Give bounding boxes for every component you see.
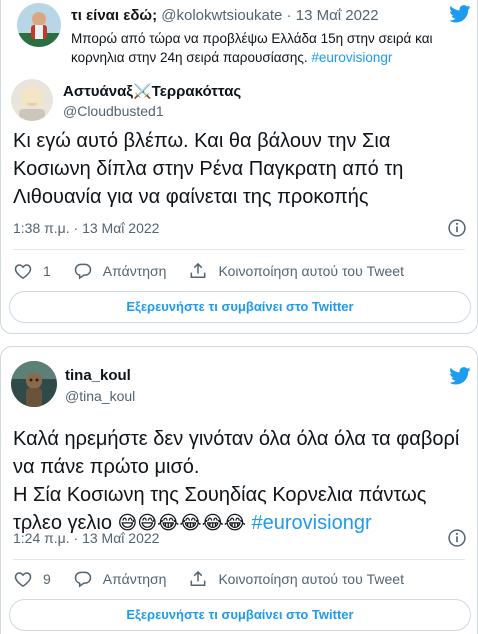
quoted-hashtag[interactable]: #eurovisiongr	[311, 50, 392, 65]
author-name-part1: Αστυάναξ	[63, 83, 133, 100]
like-count: 9	[43, 571, 51, 587]
share-label: Κοινοποίηση αυτού του Tweet	[218, 263, 404, 279]
tweet1-author-handle[interactable]: @Cloudbusted1	[63, 103, 164, 119]
explore-twitter-button[interactable]: Εξερευνήστε τι συμβαίνει στο Twitter	[9, 599, 471, 631]
tweet-card-2: tina_koul @tina_koul Καλά ηρεμήστε δεν γ…	[0, 346, 478, 634]
author-name-part2: Τερρακόττας	[151, 83, 242, 100]
like-count: 1	[43, 263, 51, 279]
like-button[interactable]: 9	[13, 569, 51, 589]
tweet2-avatar[interactable]	[11, 361, 57, 407]
tweet1-actions: 1 Απάντηση Κοινοποίηση αυτού του Tweet	[13, 259, 426, 283]
tweet2-author-handle[interactable]: @tina_koul	[65, 388, 135, 404]
tweet2-hashtag[interactable]: #eurovisiongr	[252, 512, 372, 534]
quoted-author-line: τι είναι εδώ; @kolokwtsioukate · 13 Μαΐ …	[71, 7, 379, 24]
reply-icon	[74, 263, 92, 280]
tweet1-text: Κι εγώ αυτό βλέπω. Και θα βάλουν την Σια…	[13, 130, 404, 208]
quoted-tweet[interactable]: τι είναι εδώ; @kolokwtsioukate · 13 Μαΐ …	[13, 1, 467, 65]
tweet2-text: Καλά ηρεμήστε δεν γινόταν όλα όλα όλα τα…	[13, 425, 469, 538]
heart-icon	[14, 264, 32, 279]
quoted-handle-date: @kolokwtsioukate · 13 Μαΐ 2022	[161, 7, 379, 24]
tweet-card-1: τι είναι εδώ; @kolokwtsioukate · 13 Μαΐ …	[0, 0, 478, 334]
explore-twitter-button[interactable]: Εξερευνήστε τι συμβαίνει στο Twitter	[9, 291, 471, 323]
reply-button[interactable]: Απάντηση	[73, 569, 167, 589]
tweet2-author-name[interactable]: tina_koul	[65, 367, 131, 384]
tweet2-actions: 9 Απάντηση Κοινοποίηση αυτού του Tweet	[13, 567, 426, 591]
tweet2-text-line1: Καλά ηρεμήστε δεν γινόταν όλα όλα όλα τα…	[13, 428, 460, 478]
share-label: Κοινοποίηση αυτού του Tweet	[218, 571, 404, 587]
quoted-text: Μπορώ από τώρα να προβλέψω Ελλάδα 15η στ…	[71, 29, 461, 67]
share-icon	[191, 262, 206, 278]
info-icon[interactable]	[447, 528, 467, 548]
reply-label: Απάντηση	[102, 571, 167, 587]
tweet1-author-name[interactable]: Αστυάναξ⚔️Τερρακόττας	[63, 82, 241, 100]
tweet1-divider	[13, 249, 465, 250]
share-icon	[191, 570, 206, 586]
tweet1-author[interactable]: Αστυάναξ⚔️Τερρακόττας @Cloudbusted1	[11, 79, 311, 127]
share-button[interactable]: Κοινοποίηση αυτού του Tweet	[188, 569, 404, 589]
reply-icon	[74, 571, 92, 588]
info-icon[interactable]	[447, 218, 467, 238]
quoted-author-name[interactable]: τι είναι εδώ;	[71, 7, 157, 24]
twitter-bird-icon[interactable]	[449, 5, 471, 23]
tweet1-timestamp[interactable]: 1:38 π.μ. · 13 Μαΐ 2022	[13, 220, 159, 236]
reply-label: Απάντηση	[102, 263, 167, 279]
like-button[interactable]: 1	[13, 261, 51, 281]
reply-button[interactable]: Απάντηση	[73, 261, 167, 281]
author-name-emoji: ⚔️	[132, 83, 152, 100]
quoted-avatar[interactable]	[17, 3, 61, 47]
share-button[interactable]: Κοινοποίηση αυτού του Tweet	[188, 261, 404, 281]
twitter-bird-icon[interactable]	[449, 367, 471, 385]
heart-icon	[14, 572, 32, 587]
tweet2-author[interactable]: tina_koul @tina_koul	[11, 361, 311, 409]
tweet2-timestamp[interactable]: 1:24 π.μ. · 13 Μαΐ 2022	[13, 530, 159, 546]
tweet2-divider	[13, 559, 465, 560]
tweet1-avatar[interactable]	[11, 79, 53, 121]
